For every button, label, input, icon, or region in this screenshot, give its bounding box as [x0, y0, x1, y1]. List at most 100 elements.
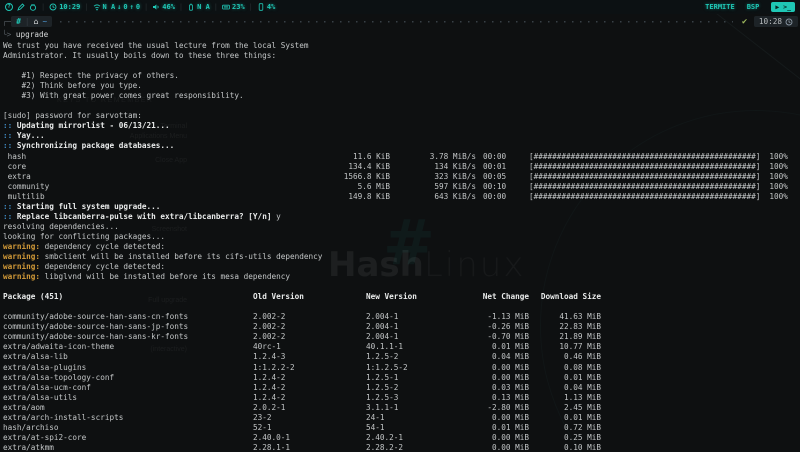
- status-colon-prefix: ::: [3, 202, 17, 211]
- warning-text: dependency cycle detected:: [40, 242, 165, 251]
- package-row: extra/atkmm2.28.1-12.28.2-20.00 MiB0.10 …: [3, 443, 800, 452]
- package-name: extra/adwaita-icon-theme: [3, 342, 253, 352]
- repo-progress-percent: 100%: [769, 192, 788, 202]
- old-version: 1.2.4-3: [253, 352, 366, 362]
- keyboard-value: 23%: [232, 3, 245, 11]
- volume-value: 46%: [162, 3, 175, 11]
- lecture-text: #3) With great power comes great respons…: [3, 91, 244, 100]
- desktop: # HashLinux KEYS TO REMEMBER Terminal Ap…: [0, 0, 800, 452]
- net-change: 0.00 MiB: [463, 413, 529, 423]
- blank-line: [3, 282, 800, 292]
- repo-download-row: community5.6 MiB597 KiB/s00:10[#########…: [3, 182, 800, 192]
- repo-download-size: 149.8 KiB: [328, 192, 390, 202]
- package-row: extra/at-spi2-core2.40.0-12.40.2-10.00 M…: [3, 433, 800, 443]
- layout-indicator[interactable]: BSP: [747, 3, 760, 11]
- separator: |: [41, 3, 45, 11]
- old-version: 2.40.0-1: [253, 433, 366, 443]
- repo-progress-percent: 100%: [769, 152, 788, 162]
- battery-module[interactable]: N A: [187, 3, 210, 11]
- keyboard-icon: [222, 3, 230, 11]
- warning-line: warning: libglvnd will be installed befo…: [3, 272, 800, 282]
- typed-command[interactable]: upgrade: [16, 30, 48, 39]
- old-version: 1.2.4-2: [253, 383, 366, 393]
- package-row: extra/adwaita-icon-theme40rc-140.1.1-10.…: [3, 342, 800, 352]
- new-version: 1:1.2.5-2: [366, 363, 463, 373]
- net-change: 0.00 MiB: [463, 443, 529, 452]
- upload-value: 0: [136, 3, 140, 11]
- package-row: community/adobe-source-han-sans-kr-fonts…: [3, 332, 800, 342]
- repo-progress-percent: 100%: [769, 162, 788, 172]
- package-table-header: Package (451)Old VersionNew VersionNet C…: [3, 292, 800, 302]
- old-version: 40rc-1: [253, 342, 366, 352]
- phone-value: 4%: [267, 3, 275, 11]
- clock-module[interactable]: 10:29: [49, 3, 80, 11]
- download-size: 1.13 MiB: [529, 393, 601, 403]
- volume-module[interactable]: 46%: [152, 3, 175, 11]
- status-text: Starting full system upgrade...: [17, 202, 160, 211]
- pomodoro-timer-icon: [29, 3, 37, 11]
- prompt-line-bottom: ╰> upgrade: [2, 28, 798, 41]
- warning-text: libglvnd will be installed before its me…: [40, 272, 290, 281]
- lecture-line: Administrator. It usually boils down to …: [3, 51, 800, 61]
- lecture-line: [3, 101, 800, 111]
- keyboard-brightness-module[interactable]: 23%: [222, 3, 245, 11]
- new-version: 54-1: [366, 423, 463, 433]
- repo-download-row: hash11.6 KiB3.78 MiB/s00:00[############…: [3, 152, 800, 162]
- repo-progress-bar: [#######################################…: [529, 162, 760, 172]
- package-name: extra/atkmm: [3, 443, 253, 452]
- package-name: extra/aom: [3, 403, 253, 413]
- repo-download-speed: 323 KiB/s: [390, 172, 476, 182]
- package-row: community/adobe-source-han-sans-cn-fonts…: [3, 312, 800, 322]
- repo-download-time: 00:05: [476, 172, 529, 182]
- warning-text: smbclient will be installed before its c…: [40, 252, 322, 261]
- prompt-clock-icon: [785, 18, 793, 26]
- net-change: 0.01 MiB: [463, 342, 529, 352]
- column-header: New Version: [366, 292, 463, 302]
- old-version: 1.2.4-2: [253, 393, 366, 403]
- new-version: 24-1: [366, 413, 463, 423]
- new-version: 2.40.2-1: [366, 433, 463, 443]
- status-colon-prefix: ::: [3, 121, 17, 130]
- new-version: 1.2.5-2: [366, 352, 463, 362]
- clock-icon: [49, 3, 57, 11]
- repo-download-size: 1566.8 KiB: [328, 172, 390, 182]
- repo-progress-percent: 100%: [769, 182, 788, 192]
- active-workspace-terminal-chip[interactable]: ▶ >_: [771, 2, 795, 12]
- prompt-line-top: ╭─ # | ⌂ ~ ✔ 10:28: [2, 15, 798, 28]
- old-version: 2.002-2: [253, 312, 366, 322]
- launcher-module[interactable]: [17, 3, 25, 11]
- lecture-line: [3, 61, 800, 71]
- network-module[interactable]: N A ↓ 0 ↑ 0: [93, 3, 141, 11]
- replace-question: :: Replace libcanberra-pulse with extra/…: [3, 212, 800, 222]
- upload-arrow-icon: ↑: [130, 3, 134, 11]
- package-row: extra/alsa-topology-conf1.2.4-21.2.5-10.…: [3, 373, 800, 383]
- net-change: 0.00 MiB: [463, 433, 529, 443]
- new-version: 2.004-1: [366, 312, 463, 322]
- download-size: 0.46 MiB: [529, 352, 601, 362]
- separator: |: [84, 3, 88, 11]
- new-version: 3.1.1-1: [366, 403, 463, 413]
- separator: |: [179, 3, 183, 11]
- conflicts-text: looking for conflicting packages...: [3, 232, 165, 241]
- network-status: N A: [103, 3, 116, 11]
- download-size: 22.83 MiB: [529, 322, 601, 332]
- pomodoro-module[interactable]: [29, 3, 37, 11]
- package-row: extra/alsa-ucm-conf1.2.4-21.2.5-20.03 Mi…: [3, 383, 800, 393]
- repo-name: core: [3, 162, 328, 172]
- old-version: 23-2: [253, 413, 366, 423]
- net-change: 0.03 MiB: [463, 383, 529, 393]
- package-row: extra/alsa-plugins1:1.2.2-21:1.2.5-20.00…: [3, 363, 800, 373]
- battery-icon: [187, 3, 195, 11]
- old-version: 2.002-2: [253, 322, 366, 332]
- phone-battery-module[interactable]: 4%: [257, 3, 275, 11]
- new-version: 1.2.5-1: [366, 373, 463, 383]
- package-row: extra/alsa-utils1.2.4-21.2.5-30.13 MiB1.…: [3, 393, 800, 403]
- help-module[interactable]: ?: [5, 3, 13, 11]
- package-name: extra/alsa-topology-conf: [3, 373, 253, 383]
- repo-progress-bar: [#######################################…: [529, 172, 760, 182]
- new-version: 1.2.5-3: [366, 393, 463, 403]
- blank-line: [3, 302, 800, 312]
- window-title: TERMITE: [705, 3, 735, 11]
- package-row: extra/arch-install-scripts23-224-10.00 M…: [3, 413, 800, 423]
- lecture-text: Administrator. It usually boils down to …: [3, 51, 276, 60]
